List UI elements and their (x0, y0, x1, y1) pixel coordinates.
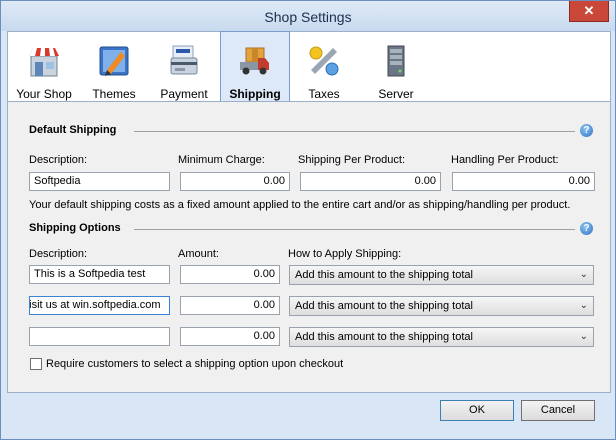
chevron-down-icon: ⌄ (579, 300, 588, 311)
section-divider (134, 229, 575, 230)
tab-label: Payment (160, 87, 208, 101)
select-value: Add this amount to the shipping total (295, 331, 473, 343)
percent-icon (309, 46, 339, 76)
require-option-label: Require customers to select a shipping o… (46, 358, 344, 370)
minimum-charge-input[interactable]: 0.00 (180, 172, 290, 191)
close-button[interactable]: ✕ (569, 1, 609, 22)
option-amount-input-3[interactable]: 0.00 (180, 327, 280, 346)
option-description-input-1[interactable]: This is a Softpedia test (29, 265, 170, 284)
how-to-apply-select-3[interactable]: Add this amount to the shipping total ⌄ (289, 327, 594, 347)
select-value: Add this amount to the shipping total (295, 300, 473, 312)
ok-button[interactable]: OK (440, 400, 514, 421)
tab-payment[interactable]: Payment (148, 32, 220, 101)
tab-your-shop[interactable]: Your Shop (8, 32, 80, 101)
tab-taxes[interactable]: Taxes (288, 32, 360, 101)
default-shipping-heading: Default Shipping (29, 124, 117, 136)
tab-label: Server (378, 87, 414, 101)
how-to-apply-select-2[interactable]: Add this amount to the shipping total ⌄ (289, 296, 594, 316)
option-amount-input-1[interactable]: 0.00 (180, 265, 280, 284)
truck-icon (240, 47, 269, 75)
cancel-button[interactable]: Cancel (521, 400, 595, 421)
tab-themes[interactable]: Themes (80, 32, 148, 101)
storefront-icon (29, 48, 59, 77)
select-value: Add this amount to the shipping total (295, 269, 473, 281)
option-description-input-3[interactable] (29, 327, 170, 346)
themes-icon (99, 46, 129, 76)
default-description-label: Description: (29, 154, 88, 166)
help-icon[interactable]: ? (580, 222, 593, 235)
shipping-per-product-input[interactable]: 0.00 (300, 172, 441, 191)
chevron-down-icon: ⌄ (579, 331, 588, 342)
shipping-panel: Default Shipping ? Description: Minimum … (7, 101, 611, 393)
window-title: Shop Settings (264, 9, 352, 25)
shipping-options-heading: Shipping Options (29, 222, 121, 234)
option-amount-input-2[interactable]: 0.00 (180, 296, 280, 315)
tab-shipping[interactable]: Shipping (220, 31, 290, 102)
default-description-input[interactable]: Softpedia (29, 172, 170, 191)
how-to-apply-label: How to Apply Shipping: (288, 248, 402, 260)
settings-tab-bar: Your Shop Themes Payment Shipping Taxes … (7, 31, 611, 102)
minimum-charge-label: Minimum Charge: (178, 154, 265, 166)
default-shipping-note: Your default shipping costs as a fixed a… (29, 199, 571, 211)
handling-per-product-label: Handling Per Product: (451, 154, 559, 166)
help-icon[interactable]: ? (580, 124, 593, 137)
tab-label: Taxes (308, 87, 340, 101)
tab-server[interactable]: Server (360, 32, 432, 101)
payment-icon (170, 45, 198, 75)
chevron-down-icon: ⌄ (579, 269, 588, 280)
how-to-apply-select-1[interactable]: Add this amount to the shipping total ⌄ (289, 265, 594, 285)
handling-per-product-input[interactable]: 0.00 (452, 172, 595, 191)
tab-label: Your Shop (16, 87, 72, 101)
shop-settings-window: Shop Settings ✕ Your Shop Themes Payment… (0, 0, 616, 440)
option-description-input-2[interactable]: Visit us at win.softpedia.com (29, 296, 170, 315)
require-option-checkbox[interactable] (30, 358, 42, 370)
option-amount-label: Amount: (178, 248, 219, 260)
server-icon (387, 45, 405, 77)
title-bar[interactable]: Shop Settings ✕ (1, 1, 615, 31)
tab-label: Themes (92, 87, 136, 101)
tab-label: Shipping (229, 87, 281, 101)
option-description-label: Description: (29, 248, 88, 260)
shipping-per-product-label: Shipping Per Product: (298, 154, 406, 166)
section-divider (134, 131, 575, 132)
